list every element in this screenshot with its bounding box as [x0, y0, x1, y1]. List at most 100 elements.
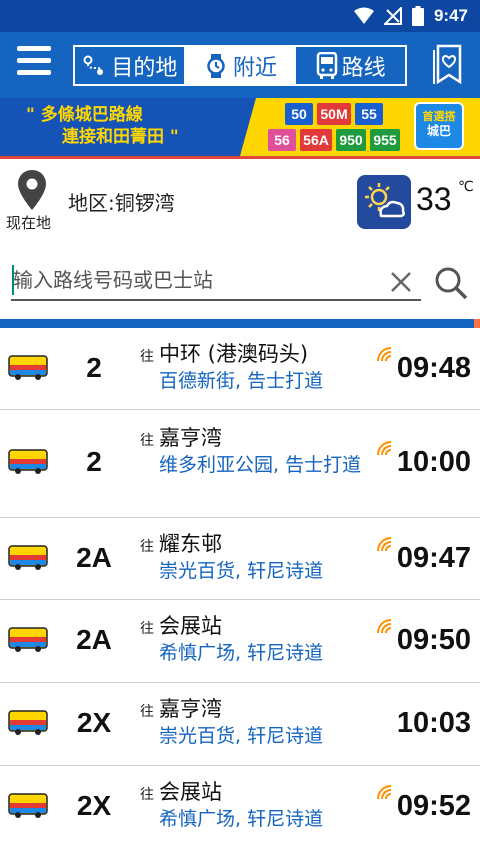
eta-list: 2 往 中环 (港澳码头) 百德新街, 告士打道 09:48 2 往 嘉亨湾 维… — [0, 328, 480, 852]
bus-icon — [8, 545, 48, 570]
bus-icon — [8, 449, 48, 474]
bus-icon — [8, 627, 48, 652]
brand-line2: 城巴 — [426, 124, 451, 138]
eta-row[interactable]: 2A 往 会展站 希慎广场, 轩尼诗道 09:50 — [0, 600, 480, 683]
destination-prefix: 往 — [140, 787, 154, 803]
current-location-button[interactable]: 现在地 — [0, 159, 62, 239]
status-icons: 9:47 — [353, 0, 468, 32]
clear-search-button[interactable] — [388, 269, 414, 295]
stop-name: 百德新街, 告士打道 — [159, 370, 324, 392]
realtime-signal-icon — [377, 347, 392, 362]
eta-time: 09:47 — [396, 542, 471, 574]
tab-label: 目的地 — [111, 55, 178, 81]
realtime-signal-icon — [377, 537, 392, 552]
search-icon — [435, 267, 468, 300]
banner-slogan-line1: " 多條城巴路線 — [26, 105, 143, 125]
list-header-bar — [0, 319, 480, 328]
route-number: 2A — [76, 542, 112, 573]
eta-row[interactable]: 2X 往 会展站 希慎广场, 轩尼诗道 09:52 — [0, 766, 480, 852]
temperature-value: 33 — [416, 181, 452, 217]
eta-time: 10:03 — [396, 707, 471, 739]
stop-name: 希慎广场, 轩尼诗道 — [159, 642, 324, 664]
destination: 会展站 — [159, 614, 222, 638]
menu-icon — [17, 46, 51, 51]
no-signal-icon — [383, 7, 402, 25]
search-row — [0, 241, 480, 319]
destination: 嘉亨湾 — [159, 426, 222, 450]
stop-name: 希慎广场, 轩尼诗道 — [159, 808, 324, 830]
bus-icon — [8, 793, 48, 818]
sun-cloud-icon — [365, 183, 405, 218]
bus-icon — [8, 710, 48, 735]
text-cursor — [12, 265, 14, 295]
tab-route[interactable]: 路线 — [296, 47, 405, 84]
current-location-label: 现在地 — [6, 214, 52, 232]
stop-name: 崇光百货, 轩尼诗道 — [159, 560, 324, 582]
tab-nearby[interactable]: 附近 — [185, 47, 297, 84]
destination-icon — [83, 55, 104, 75]
destination: 嘉亨湾 — [159, 697, 222, 721]
route-number: 2A — [76, 624, 112, 655]
stop-name: 崇光百货, 轩尼诗道 — [159, 725, 324, 747]
destination: 会展站 — [159, 780, 222, 804]
menu-button[interactable] — [14, 46, 54, 84]
app-bar: 目的地 附近 路线 — [0, 32, 480, 98]
favorites-button[interactable] — [432, 44, 462, 86]
destination-prefix: 往 — [140, 704, 154, 720]
bus-icon — [8, 355, 48, 380]
route-number: 2 — [86, 352, 102, 383]
weather-button[interactable] — [357, 175, 411, 229]
eta-time: 09:50 — [396, 624, 471, 656]
banner-route-chip: 55 — [355, 103, 383, 125]
realtime-signal-icon — [377, 619, 392, 634]
battery-icon — [411, 6, 424, 26]
banner-slogan: " 多條城巴路線 連接和田菁田 " — [0, 98, 250, 156]
banner-slogan-line2: 連接和田菁田 " — [62, 127, 179, 147]
destination-prefix: 往 — [140, 539, 154, 555]
eta-time: 10:00 — [396, 446, 471, 478]
bus-route-icon — [316, 51, 337, 79]
brand-line1: 首選搭 — [422, 110, 456, 123]
realtime-signal-icon — [377, 785, 392, 800]
eta-row[interactable]: 2 往 嘉亨湾 维多利亚公园, 告士打道 10:00 — [0, 410, 480, 518]
bookmark-heart-icon — [433, 44, 462, 85]
route-number: 2 — [86, 446, 102, 477]
banner-route-chip: 50M — [317, 103, 351, 125]
stop-name: 维多利亚公园, 告士打道 — [159, 454, 362, 476]
eta-time: 09:48 — [396, 352, 471, 384]
route-number: 2X — [76, 790, 112, 821]
destination: 耀东邨 — [159, 532, 222, 556]
wifi-icon — [353, 7, 374, 24]
destination-prefix: 往 — [140, 349, 154, 365]
status-bar: 9:47 — [0, 0, 480, 32]
tab-destination[interactable]: 目的地 — [75, 47, 186, 84]
destination-prefix: 往 — [140, 433, 154, 449]
realtime-signal-icon — [377, 441, 392, 456]
banner-route-chip: 56A — [300, 129, 332, 151]
nearby-watch-icon — [207, 53, 225, 78]
route-number: 2X — [76, 707, 112, 738]
destination-prefix: 往 — [140, 621, 154, 637]
eta-time: 09:52 — [396, 790, 471, 822]
search-button[interactable] — [433, 265, 469, 301]
close-icon — [391, 272, 411, 292]
banner-route-chip: 56 — [268, 129, 296, 151]
banner-route-chip: 955 — [370, 129, 400, 151]
temperature-unit: ℃ — [458, 179, 474, 195]
eta-row[interactable]: 2A 往 耀东邨 崇光百货, 轩尼诗道 09:47 — [0, 518, 480, 600]
status-time: 9:47 — [433, 6, 468, 25]
destination: 中环 (港澳码头) — [159, 342, 309, 366]
tab-label: 路线 — [341, 55, 386, 81]
location-row: 现在地 地区:铜锣湾 33 ℃ — [0, 159, 480, 241]
banner-route-chip: 50 — [285, 103, 313, 125]
eta-row[interactable]: 2 往 中环 (港澳码头) 百德新街, 告士打道 09:48 — [0, 328, 480, 410]
tab-label: 附近 — [233, 55, 278, 81]
region-text: 地区:铜锣湾 — [68, 191, 175, 215]
main-tabs: 目的地 附近 路线 — [73, 45, 407, 86]
location-pin-icon — [18, 170, 46, 210]
ad-banner[interactable]: " 多條城巴路線 連接和田菁田 " 50 50M 55 56 56A 950 9… — [0, 98, 480, 156]
banner-route-chip: 950 — [336, 129, 366, 151]
search-input[interactable] — [11, 261, 421, 301]
eta-row[interactable]: 2X 往 嘉亨湾 崇光百货, 轩尼诗道 10:03 — [0, 683, 480, 766]
brand-badge: 首選搭 城巴 — [414, 102, 464, 150]
